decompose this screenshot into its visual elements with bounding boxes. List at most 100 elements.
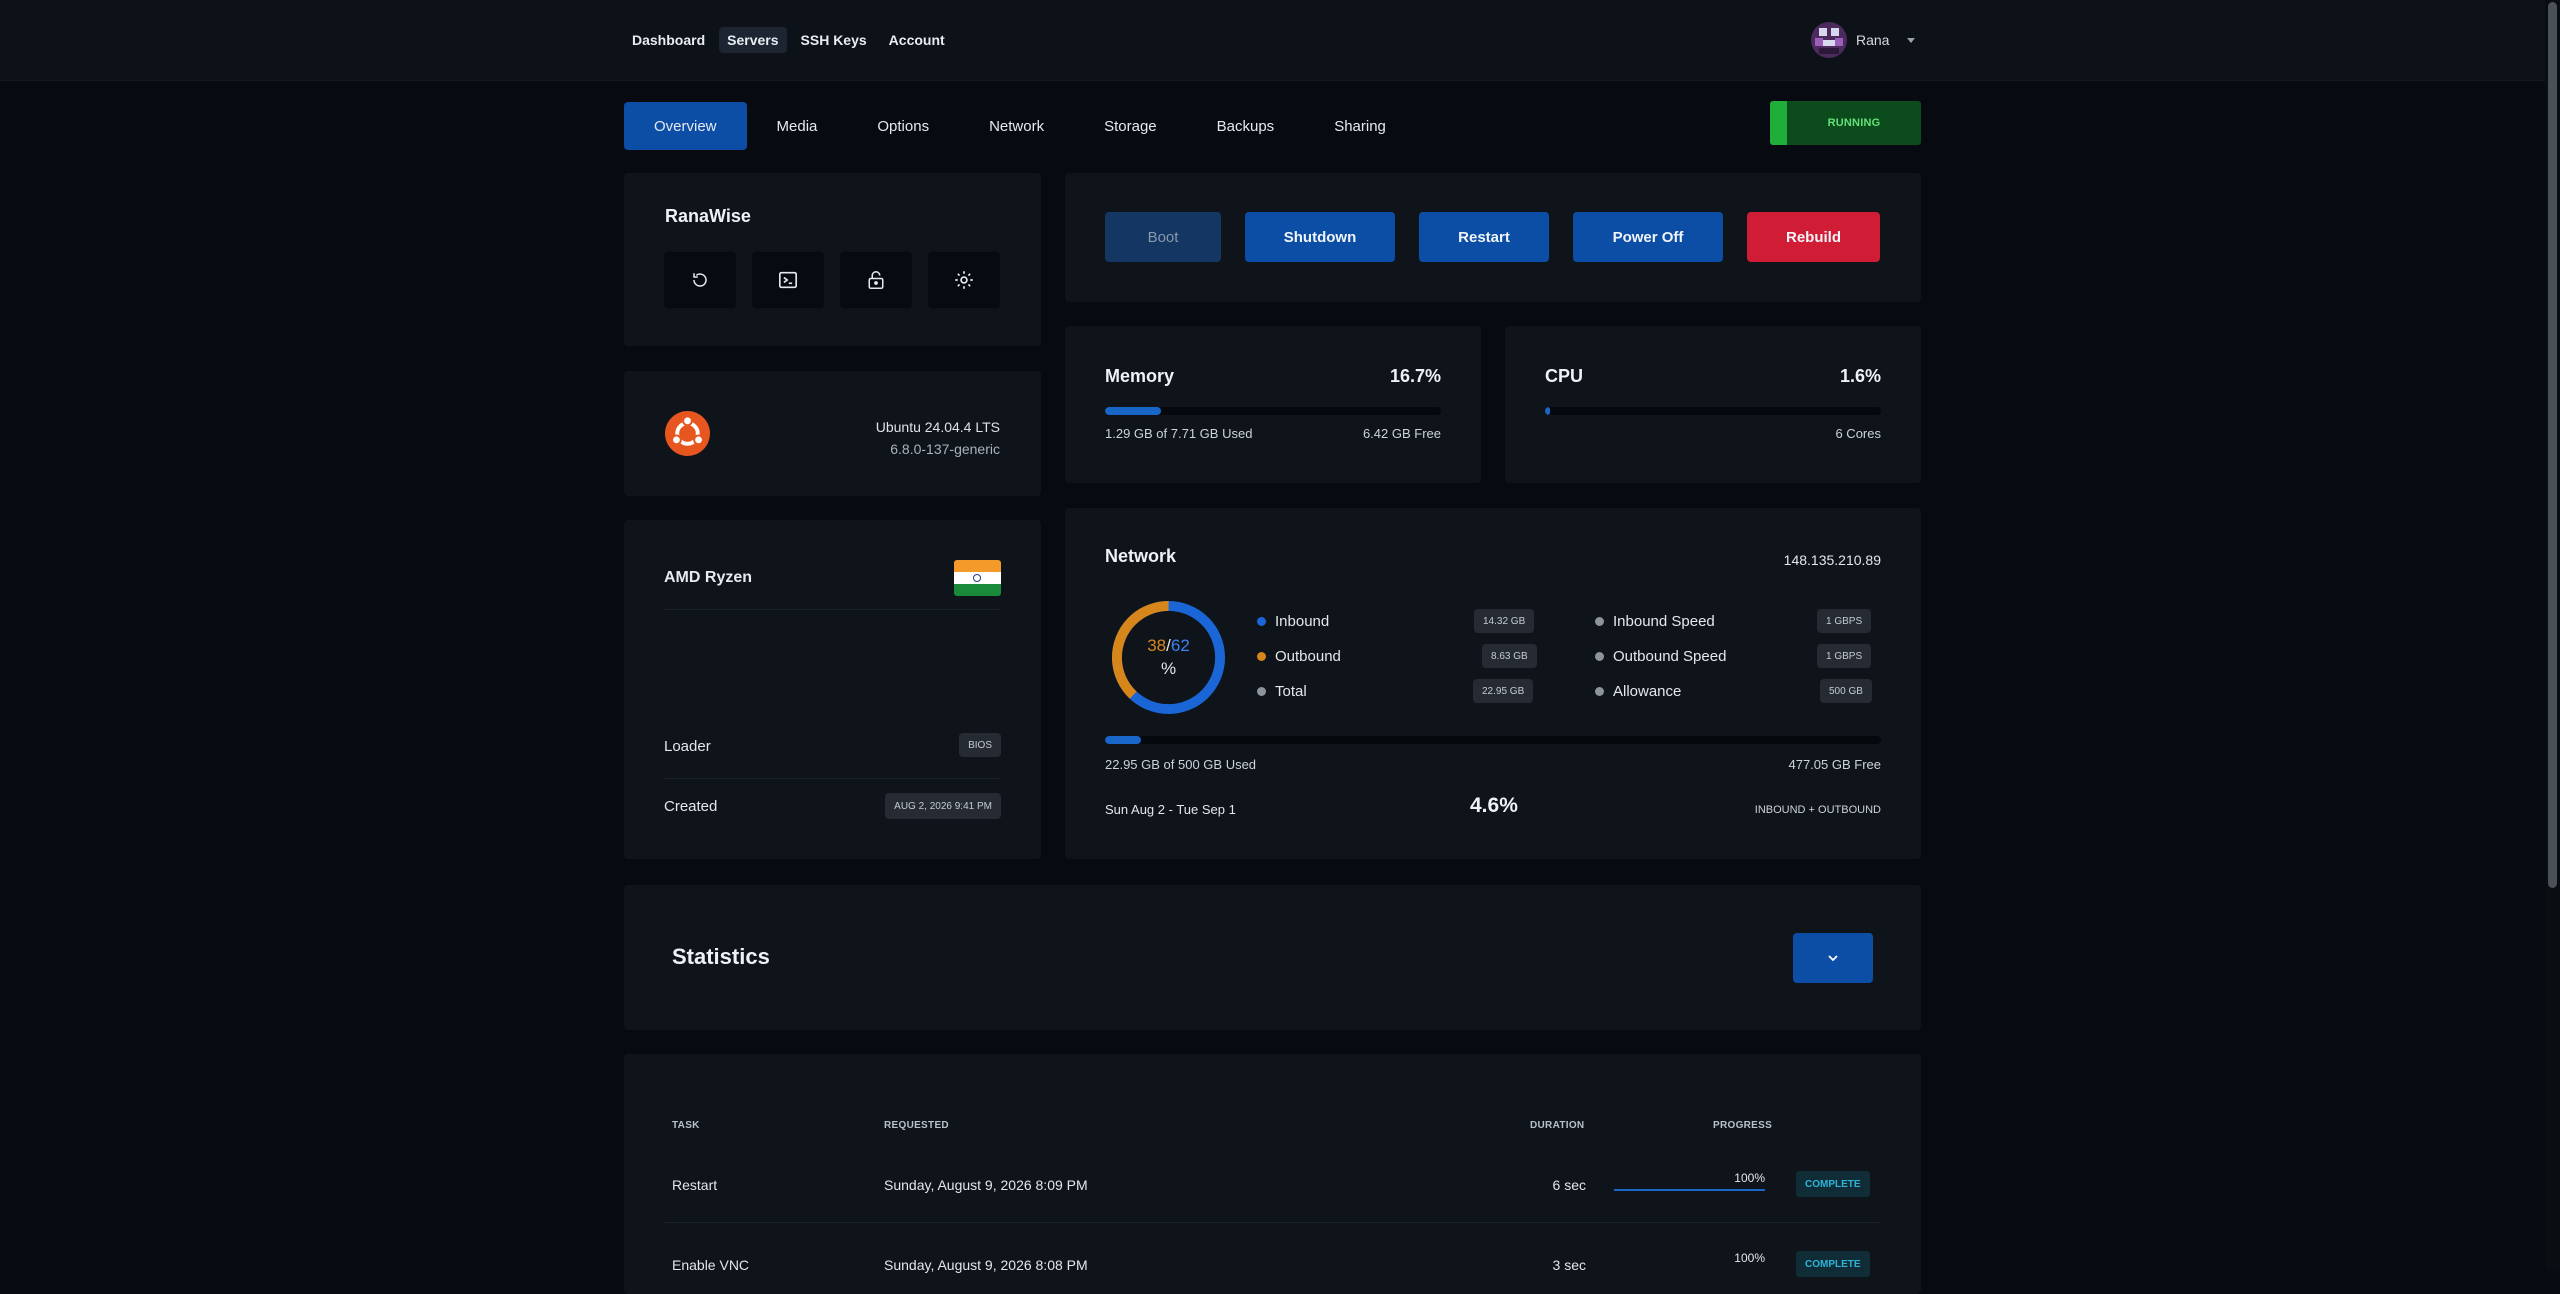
outbound-value: 8.63 GB	[1482, 644, 1537, 668]
outbound-speed-value: 1 GBPS	[1817, 644, 1872, 668]
network-card: Network 148.135.210.89 38/62 % Inbound O…	[1065, 508, 1921, 859]
shutdown-button[interactable]: Shutdown	[1245, 212, 1395, 262]
status-badge: RUNNING	[1770, 101, 1921, 145]
divider	[664, 778, 1001, 779]
lock-icon	[868, 271, 884, 289]
os-card: Ubuntu 24.04.4 LTS 6.8.0-137-generic	[624, 371, 1041, 496]
task-requested: Sunday, August 9, 2026 8:09 PM	[884, 1177, 1088, 1193]
statistics-toggle-button[interactable]	[1793, 933, 1873, 983]
boot-button[interactable]: Boot	[1105, 212, 1221, 262]
header-duration: DURATION	[1530, 1120, 1585, 1131]
billing-period: Sun Aug 2 - Tue Sep 1	[1105, 802, 1236, 817]
ip-address: 148.135.210.89	[1783, 552, 1881, 568]
status-badge: COMPLETE	[1796, 1171, 1870, 1197]
gear-icon	[955, 271, 973, 289]
allowance: Allowance	[1595, 683, 1681, 700]
tab-backups[interactable]: Backups	[1187, 102, 1305, 150]
donut-unit: %	[1160, 659, 1177, 678]
tab-options[interactable]: Options	[847, 102, 959, 150]
network-usage-bar	[1105, 736, 1881, 744]
console-button[interactable]	[752, 252, 824, 308]
chevron-down-icon	[1907, 37, 1916, 43]
power-actions-card: Boot Shutdown Restart Power Off Rebuild	[1065, 173, 1921, 302]
lock-button[interactable]	[840, 252, 912, 308]
inbound-speed-value: 1 GBPS	[1817, 609, 1872, 633]
task-duration: 6 sec	[1552, 1177, 1586, 1193]
tab-overview[interactable]: Overview	[624, 102, 747, 150]
memory-used: 1.29 GB of 7.71 GB Used	[1105, 426, 1253, 441]
inbound-value: 14.32 GB	[1474, 609, 1535, 633]
task-name: Restart	[672, 1177, 718, 1193]
settings-button[interactable]	[928, 252, 1000, 308]
divider	[664, 1222, 1881, 1223]
status-indicator	[1770, 101, 1787, 145]
server-name: RanaWise	[665, 206, 751, 226]
server-tabs: Overview Media Options Network Storage B…	[624, 102, 1416, 150]
created-label: Created	[664, 798, 718, 815]
cpu-title: CPU	[1545, 366, 1584, 386]
cpu-model: AMD Ryzen	[664, 569, 753, 586]
header-task: TASK	[672, 1120, 700, 1131]
nav-servers[interactable]: Servers	[719, 27, 787, 53]
network-used: 22.95 GB of 500 GB Used	[1105, 757, 1257, 772]
rebuild-button[interactable]: Rebuild	[1747, 212, 1880, 262]
network-title: Network	[1105, 546, 1177, 566]
legend-inbound: Inbound	[1257, 613, 1329, 630]
legend-outbound: Outbound	[1257, 648, 1341, 665]
allowance-value: 500 GB	[1820, 679, 1872, 703]
network-usage-fill	[1105, 736, 1141, 744]
header-requested: REQUESTED	[884, 1120, 949, 1131]
india-flag-icon	[954, 560, 1001, 596]
cpu-progress-bar	[1545, 407, 1881, 415]
nav-account[interactable]: Account	[881, 27, 953, 53]
cpu-percent: 1.6%	[1839, 366, 1881, 386]
chevron-down-icon	[1828, 954, 1838, 961]
memory-free: 6.42 GB Free	[1362, 426, 1441, 441]
statistics-card: Statistics	[624, 885, 1921, 1030]
loader-label: Loader	[664, 738, 711, 755]
os-name: Ubuntu 24.04.4 LTS	[875, 419, 1000, 435]
memory-progress-bar	[1105, 407, 1441, 415]
memory-title: Memory	[1105, 366, 1175, 386]
memory-card: Memory 16.7% 1.29 GB of 7.71 GB Used 6.4…	[1065, 326, 1481, 483]
restart-button[interactable]: Restart	[1419, 212, 1549, 262]
ubuntu-logo-icon	[665, 411, 710, 461]
task-progress: 100%	[1734, 1251, 1765, 1265]
status-badge: COMPLETE	[1796, 1251, 1870, 1277]
usage-scope: INBOUND + OUTBOUND	[1754, 804, 1881, 816]
console-icon	[779, 271, 797, 289]
outbound-speed: Outbound Speed	[1595, 648, 1726, 665]
avatar	[1811, 22, 1847, 58]
created-badge: AUG 2, 2026 9:41 PM	[885, 793, 1001, 819]
reload-button[interactable]	[664, 252, 736, 308]
task-progress: 100%	[1734, 1171, 1765, 1185]
server-card: RanaWise	[624, 173, 1041, 346]
memory-percent: 16.7%	[1389, 366, 1441, 386]
memory-progress-fill	[1105, 407, 1162, 415]
nav-dashboard[interactable]: Dashboard	[624, 27, 713, 53]
scrollbar-thumb[interactable]	[2548, 2, 2557, 888]
reload-icon	[693, 273, 707, 287]
hardware-card: AMD Ryzen Loader BIOS Created AUG 2, 202…	[624, 520, 1041, 859]
inbound-speed: Inbound Speed	[1595, 613, 1715, 630]
tab-media[interactable]: Media	[747, 102, 848, 150]
nav-ssh-keys[interactable]: SSH Keys	[793, 27, 875, 53]
status-label: RUNNING	[1827, 117, 1881, 129]
donut-outbound-pct: 62	[1170, 636, 1190, 655]
legend-total: Total	[1257, 683, 1307, 700]
tab-network[interactable]: Network	[959, 102, 1074, 150]
page-scrollbar[interactable]	[2545, 0, 2560, 1271]
loader-badge: BIOS	[959, 733, 1001, 757]
total-value: 22.95 GB	[1473, 679, 1534, 703]
tasks-card: TASK REQUESTED DURATION PROGRESS Restart…	[624, 1054, 1921, 1294]
task-progress-bar: 100%	[1614, 1165, 1765, 1191]
divider	[664, 609, 1001, 610]
tab-sharing[interactable]: Sharing	[1304, 102, 1416, 150]
statistics-title: Statistics	[672, 944, 770, 969]
top-navbar: Dashboard Servers SSH Keys Account Rana	[0, 0, 2545, 81]
cpu-progress-fill	[1545, 407, 1551, 415]
power-off-button[interactable]: Power Off	[1573, 212, 1723, 262]
cpu-card: CPU 1.6% 6 Cores	[1505, 326, 1921, 483]
tab-storage[interactable]: Storage	[1074, 102, 1187, 150]
user-menu[interactable]: Rana	[1811, 22, 1916, 58]
